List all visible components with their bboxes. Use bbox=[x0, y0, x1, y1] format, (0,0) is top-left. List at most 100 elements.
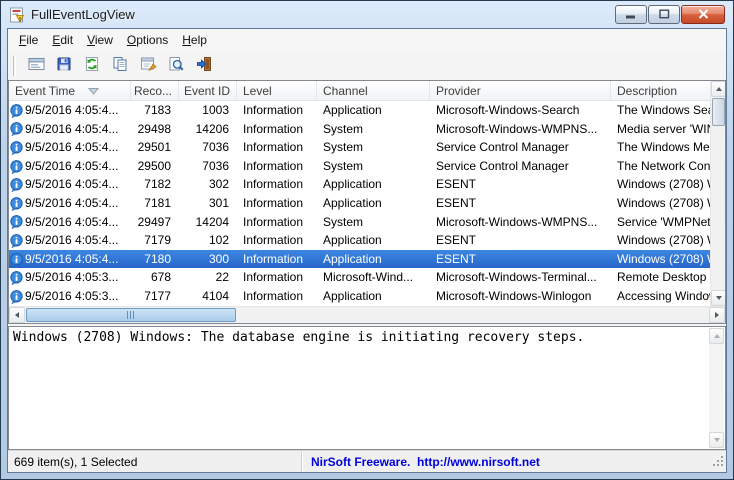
cell-event_id[interactable]: 102 bbox=[179, 231, 237, 250]
cell-channel[interactable]: System bbox=[317, 213, 430, 232]
scroll-up-button[interactable] bbox=[711, 81, 726, 97]
cell-record[interactable]: 29498 bbox=[131, 120, 179, 139]
cell-channel[interactable]: System bbox=[317, 138, 430, 157]
cell-description[interactable]: Windows (2708) W bbox=[611, 175, 710, 194]
refresh-button[interactable] bbox=[79, 53, 105, 78]
cell-level[interactable]: Information bbox=[237, 268, 317, 287]
event-row[interactable]: 9/5/2016 4:05:4...2949714204InformationS… bbox=[9, 213, 710, 232]
menu-view[interactable]: View bbox=[80, 30, 120, 51]
column-header-provider[interactable]: Provider bbox=[430, 81, 611, 100]
cell-provider[interactable]: Microsoft-Windows-Winlogon bbox=[430, 287, 611, 306]
cell-event_id[interactable]: 22 bbox=[179, 268, 237, 287]
cell-channel[interactable]: Application bbox=[317, 194, 430, 213]
cell-level[interactable]: Information bbox=[237, 120, 317, 139]
scroll-down-button[interactable] bbox=[711, 290, 726, 306]
menu-options[interactable]: Options bbox=[120, 30, 175, 51]
cell-channel[interactable]: Application bbox=[317, 250, 430, 269]
cell-level[interactable]: Information bbox=[237, 157, 317, 176]
cell-description[interactable]: Service 'WMPNetw bbox=[611, 213, 710, 232]
cell-time[interactable]: 9/5/2016 4:05:4... bbox=[9, 194, 131, 213]
event-row[interactable]: 9/5/2016 4:05:4...7182302InformationAppl… bbox=[9, 175, 710, 194]
event-row[interactable]: 9/5/2016 4:05:3...71774104InformationApp… bbox=[9, 287, 710, 306]
cell-provider[interactable]: Service Control Manager bbox=[430, 138, 611, 157]
cell-channel[interactable]: System bbox=[317, 157, 430, 176]
minimize-button[interactable] bbox=[615, 5, 647, 24]
cell-record[interactable]: 29497 bbox=[131, 213, 179, 232]
cell-event_id[interactable]: 14206 bbox=[179, 120, 237, 139]
cell-record[interactable]: 7183 bbox=[131, 101, 179, 120]
cell-description[interactable]: Windows (2708) W bbox=[611, 250, 710, 269]
detail-scroll-up-button[interactable] bbox=[709, 328, 724, 344]
maximize-button[interactable] bbox=[648, 5, 680, 24]
event-row[interactable]: 9/5/2016 4:05:4...7179102InformationAppl… bbox=[9, 231, 710, 250]
cell-channel[interactable]: System bbox=[317, 120, 430, 139]
cell-provider[interactable]: Service Control Manager bbox=[430, 157, 611, 176]
event-row[interactable]: 9/5/2016 4:05:4...7180300InformationAppl… bbox=[9, 250, 710, 269]
cell-record[interactable]: 7180 bbox=[131, 250, 179, 269]
cell-description[interactable]: Windows (2708) W bbox=[611, 194, 710, 213]
cell-record[interactable]: 7182 bbox=[131, 175, 179, 194]
scroll-right-button[interactable] bbox=[709, 307, 725, 323]
cell-time[interactable]: 9/5/2016 4:05:4... bbox=[9, 138, 131, 157]
cell-description[interactable]: Media server 'WIN bbox=[611, 120, 710, 139]
event-row[interactable]: 9/5/2016 4:05:4...295017036InformationSy… bbox=[9, 138, 710, 157]
find-button[interactable] bbox=[163, 53, 189, 78]
cell-record[interactable]: 29500 bbox=[131, 157, 179, 176]
copy-button[interactable] bbox=[107, 53, 133, 78]
cell-provider[interactable]: ESENT bbox=[430, 231, 611, 250]
cell-level[interactable]: Information bbox=[237, 194, 317, 213]
cell-event_id[interactable]: 7036 bbox=[179, 138, 237, 157]
cell-record[interactable]: 7179 bbox=[131, 231, 179, 250]
scroll-left-button[interactable] bbox=[9, 307, 25, 323]
column-header-record[interactable]: Reco... bbox=[131, 81, 179, 100]
cell-description[interactable]: Windows (2708) W bbox=[611, 231, 710, 250]
detail-scroll-down-button[interactable] bbox=[709, 432, 724, 448]
menu-help[interactable]: Help bbox=[175, 30, 214, 51]
column-header-description[interactable]: Description bbox=[611, 81, 710, 100]
cell-record[interactable]: 7177 bbox=[131, 287, 179, 306]
cell-event_id[interactable]: 1003 bbox=[179, 101, 237, 120]
cell-time[interactable]: 9/5/2016 4:05:3... bbox=[9, 287, 131, 306]
cell-provider[interactable]: ESENT bbox=[430, 250, 611, 269]
cell-level[interactable]: Information bbox=[237, 213, 317, 232]
cell-time[interactable]: 9/5/2016 4:05:4... bbox=[9, 157, 131, 176]
cell-level[interactable]: Information bbox=[237, 175, 317, 194]
cell-channel[interactable]: Application bbox=[317, 101, 430, 120]
cell-level[interactable]: Information bbox=[237, 101, 317, 120]
toolbar-grip[interactable] bbox=[13, 56, 16, 76]
cell-provider[interactable]: Microsoft-Windows-WMPNS... bbox=[430, 120, 611, 139]
cell-time[interactable]: 9/5/2016 4:05:4... bbox=[9, 231, 131, 250]
cell-channel[interactable]: Application bbox=[317, 175, 430, 194]
detail-vertical-scrollbar[interactable] bbox=[709, 328, 724, 448]
cell-provider[interactable]: ESENT bbox=[430, 194, 611, 213]
cell-channel[interactable]: Microsoft-Wind... bbox=[317, 268, 430, 287]
cell-time[interactable]: 9/5/2016 4:05:4... bbox=[9, 175, 131, 194]
cell-provider[interactable]: Microsoft-Windows-Terminal... bbox=[430, 268, 611, 287]
menu-edit[interactable]: Edit bbox=[45, 30, 80, 51]
cell-event_id[interactable]: 301 bbox=[179, 194, 237, 213]
resize-grip-icon[interactable] bbox=[712, 455, 724, 470]
titlebar[interactable]: FullEventLogView bbox=[1, 1, 733, 28]
cell-provider[interactable]: ESENT bbox=[430, 175, 611, 194]
event-row[interactable]: 9/5/2016 4:05:4...71831003InformationApp… bbox=[9, 101, 710, 120]
cell-event_id[interactable]: 14204 bbox=[179, 213, 237, 232]
column-header-time[interactable]: Event Time bbox=[9, 81, 131, 100]
cell-description[interactable]: Remote Desktop S bbox=[611, 268, 710, 287]
cell-description[interactable]: The Windows Sear bbox=[611, 101, 710, 120]
cell-channel[interactable]: Application bbox=[317, 287, 430, 306]
vertical-scroll-thumb[interactable] bbox=[712, 98, 725, 126]
column-header-event_id[interactable]: Event ID bbox=[179, 81, 237, 100]
cell-channel[interactable]: Application bbox=[317, 231, 430, 250]
event-row[interactable]: 9/5/2016 4:05:4...295007036InformationSy… bbox=[9, 157, 710, 176]
properties-button[interactable] bbox=[135, 53, 161, 78]
cell-event_id[interactable]: 300 bbox=[179, 250, 237, 269]
list-vertical-scrollbar[interactable] bbox=[710, 81, 725, 306]
cell-time[interactable]: 9/5/2016 4:05:4... bbox=[9, 120, 131, 139]
event-row[interactable]: 9/5/2016 4:05:3...67822InformationMicros… bbox=[9, 268, 710, 287]
column-header-channel[interactable]: Channel bbox=[317, 81, 430, 100]
cell-time[interactable]: 9/5/2016 4:05:4... bbox=[9, 213, 131, 232]
cell-description[interactable]: The Network Conn bbox=[611, 157, 710, 176]
cell-level[interactable]: Information bbox=[237, 138, 317, 157]
cell-description[interactable]: Accessing Window bbox=[611, 287, 710, 306]
cell-event_id[interactable]: 302 bbox=[179, 175, 237, 194]
